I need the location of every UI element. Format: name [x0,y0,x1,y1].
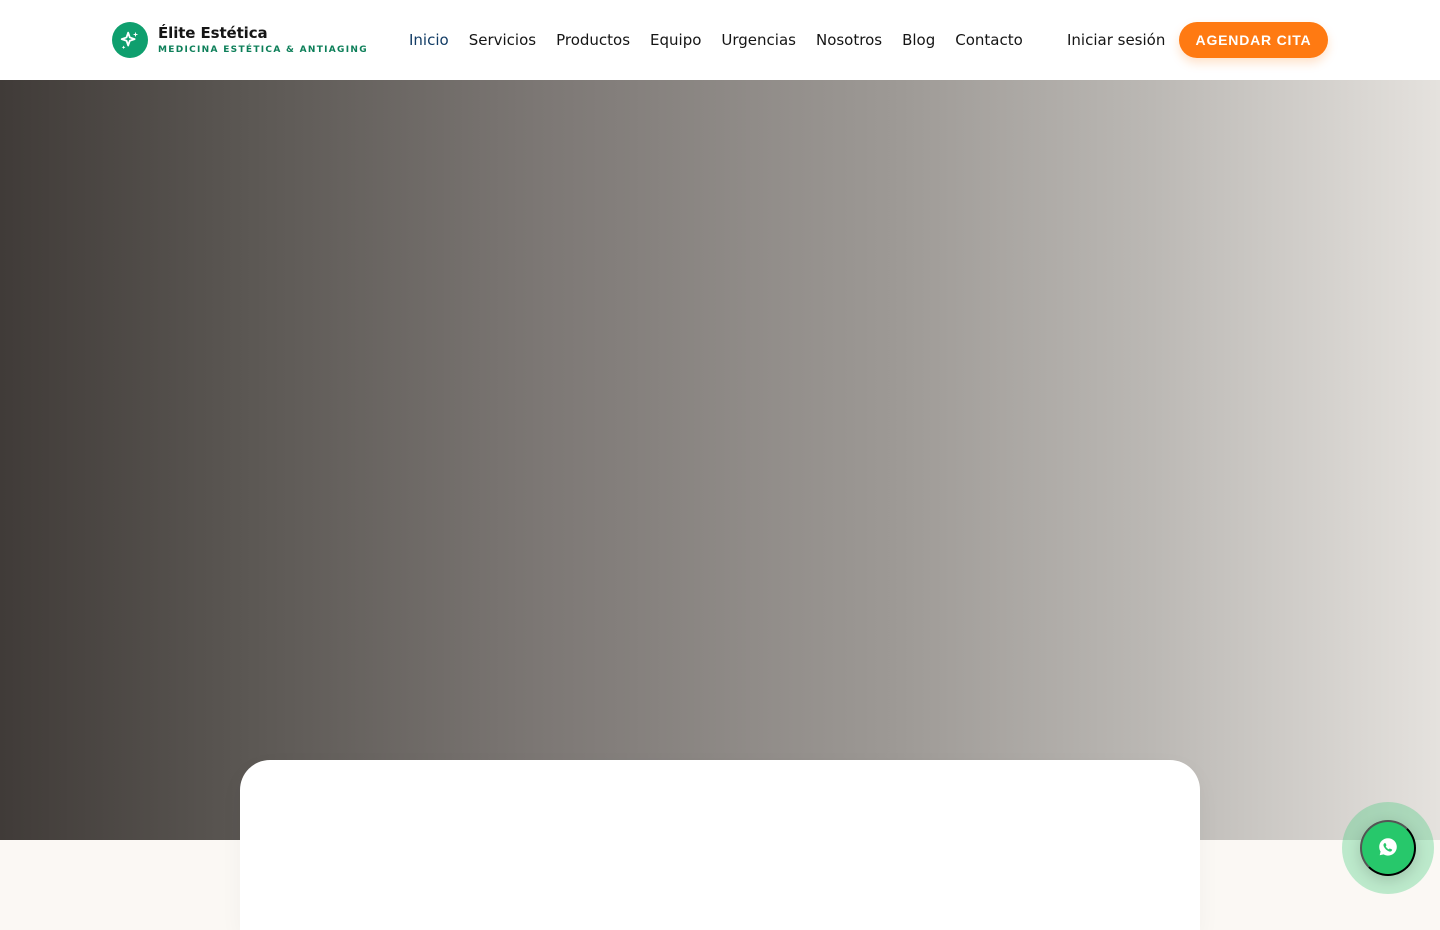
content-card [240,760,1200,930]
nav-item-servicios[interactable]: Servicios [469,30,536,50]
brand-tagline: MEDICINA ESTÉTICA & ANTIAGING [158,44,368,55]
nav-item-inicio[interactable]: Inicio [409,30,449,50]
hero-banner [0,80,1440,840]
sparkle-icon [112,22,148,58]
nav-item-blog[interactable]: Blog [902,30,935,50]
book-appointment-button[interactable]: AGENDAR CITA [1179,22,1328,58]
brand-name: Élite Estética [158,23,268,42]
nav-item-equipo[interactable]: Equipo [650,30,701,50]
whatsapp-button[interactable] [1360,820,1416,876]
main-navigation: Inicio Servicios Productos Equipo Urgenc… [409,30,1043,50]
nav-item-urgencias[interactable]: Urgencias [721,30,796,50]
brand-logo-link[interactable]: Élite Estética MEDICINA ESTÉTICA & ANTIA… [112,22,368,58]
nav-item-productos[interactable]: Productos [556,30,630,50]
nav-item-nosotros[interactable]: Nosotros [816,30,882,50]
nav-item-contacto[interactable]: Contacto [955,30,1023,50]
site-header: Élite Estética MEDICINA ESTÉTICA & ANTIA… [0,0,1440,80]
whatsapp-icon [1376,835,1400,862]
login-link[interactable]: Iniciar sesión [1067,30,1165,50]
brand-text: Élite Estética MEDICINA ESTÉTICA & ANTIA… [158,23,368,55]
